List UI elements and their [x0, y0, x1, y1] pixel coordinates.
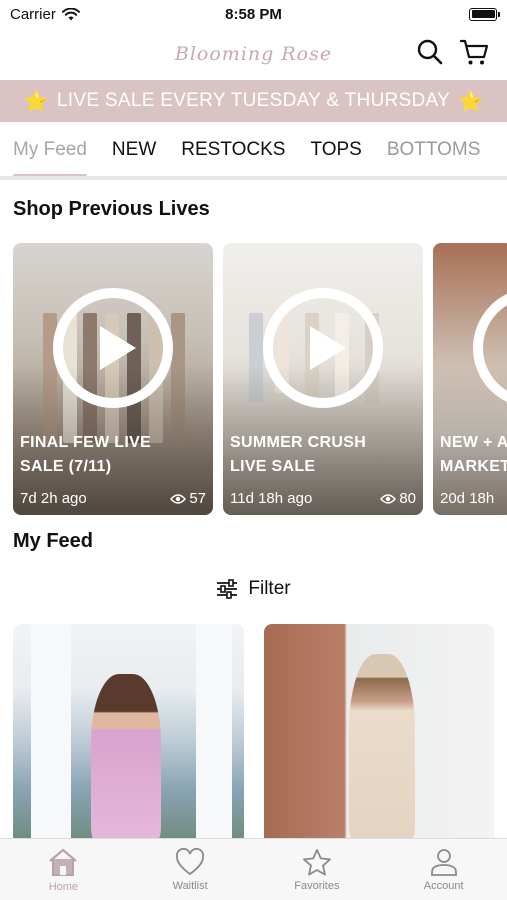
- tab-new[interactable]: NEW: [112, 124, 156, 176]
- live-card[interactable]: FINAL FEW LIVE SALE (7/11) 7d 2h ago 57: [13, 243, 213, 515]
- bottom-nav: Home Waitlist Favorites Account: [0, 838, 507, 900]
- status-left: Carrier: [10, 6, 80, 23]
- filter-label: Filter: [248, 578, 291, 599]
- live-card-age: 11d 18h ago: [230, 490, 313, 507]
- live-card[interactable]: SUMMER CRUSH LIVE SALE 11d 18h ago 80: [223, 243, 423, 515]
- filter-button[interactable]: Filter: [0, 574, 507, 604]
- model-photo: [348, 654, 415, 844]
- star-icon: [302, 848, 331, 875]
- nav-home-label: Home: [48, 880, 79, 893]
- previous-lives-carousel[interactable]: FINAL FEW LIVE SALE (7/11) 7d 2h ago 57 …: [13, 243, 507, 515]
- live-card-title: NEW + A MARKET: [440, 434, 507, 475]
- live-card-title: SUMMER CRUSH LIVE SALE: [230, 434, 367, 475]
- promo-banner-text: LIVE SALE EVERY TUESDAY & THURSDAY: [56, 90, 451, 111]
- eye-icon: [380, 493, 397, 504]
- live-card-meta: 20d 18h: [440, 490, 506, 507]
- live-card[interactable]: NEW + A MARKET 20d 18h: [433, 243, 507, 515]
- views-count: 80: [399, 490, 416, 507]
- model-photo: [91, 674, 161, 844]
- tab-tops[interactable]: TOPS: [310, 124, 361, 176]
- my-feed-title: My Feed: [13, 530, 94, 552]
- nav-waitlist-label: Waitlist: [172, 879, 208, 892]
- play-icon[interactable]: [53, 288, 173, 408]
- live-card-meta: 11d 18h ago 80: [230, 490, 416, 507]
- star-emoji-right: ⭐: [458, 90, 484, 113]
- live-card-age: 7d 2h ago: [20, 490, 87, 507]
- carrier-label: Carrier: [10, 5, 56, 23]
- eye-icon: [170, 493, 187, 504]
- live-card-views: 80: [380, 490, 416, 507]
- tab-restocks[interactable]: RESTOCKS: [181, 124, 285, 176]
- live-card-views: 57: [170, 490, 206, 507]
- play-icon[interactable]: [263, 288, 383, 408]
- sliders-icon: [217, 579, 238, 599]
- category-tabs: My Feed NEW RESTOCKS TOPS BOTTOMS: [0, 124, 507, 180]
- search-icon[interactable]: [415, 36, 445, 68]
- brand-logo[interactable]: Blooming Rose: [175, 43, 332, 65]
- live-card-title: FINAL FEW LIVE SALE (7/11): [20, 434, 152, 475]
- tab-bottoms[interactable]: BOTTOMS: [387, 124, 481, 176]
- nav-account-label: Account: [423, 879, 464, 892]
- live-card-meta: 7d 2h ago 57: [20, 490, 206, 507]
- feed-product-card[interactable]: [263, 624, 494, 844]
- person-icon: [430, 848, 457, 876]
- nav-home[interactable]: Home: [0, 839, 127, 900]
- nav-account[interactable]: Account: [380, 839, 507, 900]
- promo-banner[interactable]: ⭐ LIVE SALE EVERY TUESDAY & THURSDAY ⭐: [0, 80, 507, 122]
- header-actions: [415, 36, 489, 68]
- app-header: Blooming Rose: [0, 28, 507, 80]
- nav-favorites[interactable]: Favorites: [254, 839, 381, 900]
- feed-product-card[interactable]: [13, 624, 244, 844]
- status-bar: Carrier 8:58 PM: [0, 0, 507, 28]
- home-icon: [49, 848, 78, 876]
- cart-icon[interactable]: [459, 36, 489, 68]
- nav-waitlist[interactable]: Waitlist: [127, 839, 254, 900]
- previous-lives-title: Shop Previous Lives: [13, 198, 210, 220]
- views-count: 57: [189, 490, 206, 507]
- feed-grid: [13, 624, 494, 844]
- battery-icon: [469, 7, 500, 21]
- tab-my-feed[interactable]: My Feed: [13, 124, 87, 176]
- star-emoji-left: ⭐: [23, 90, 49, 113]
- nav-favorites-label: Favorites: [294, 879, 340, 892]
- live-card-age: 20d 18h: [440, 490, 495, 507]
- wifi-icon: [61, 7, 80, 20]
- heart-icon: [176, 847, 205, 875]
